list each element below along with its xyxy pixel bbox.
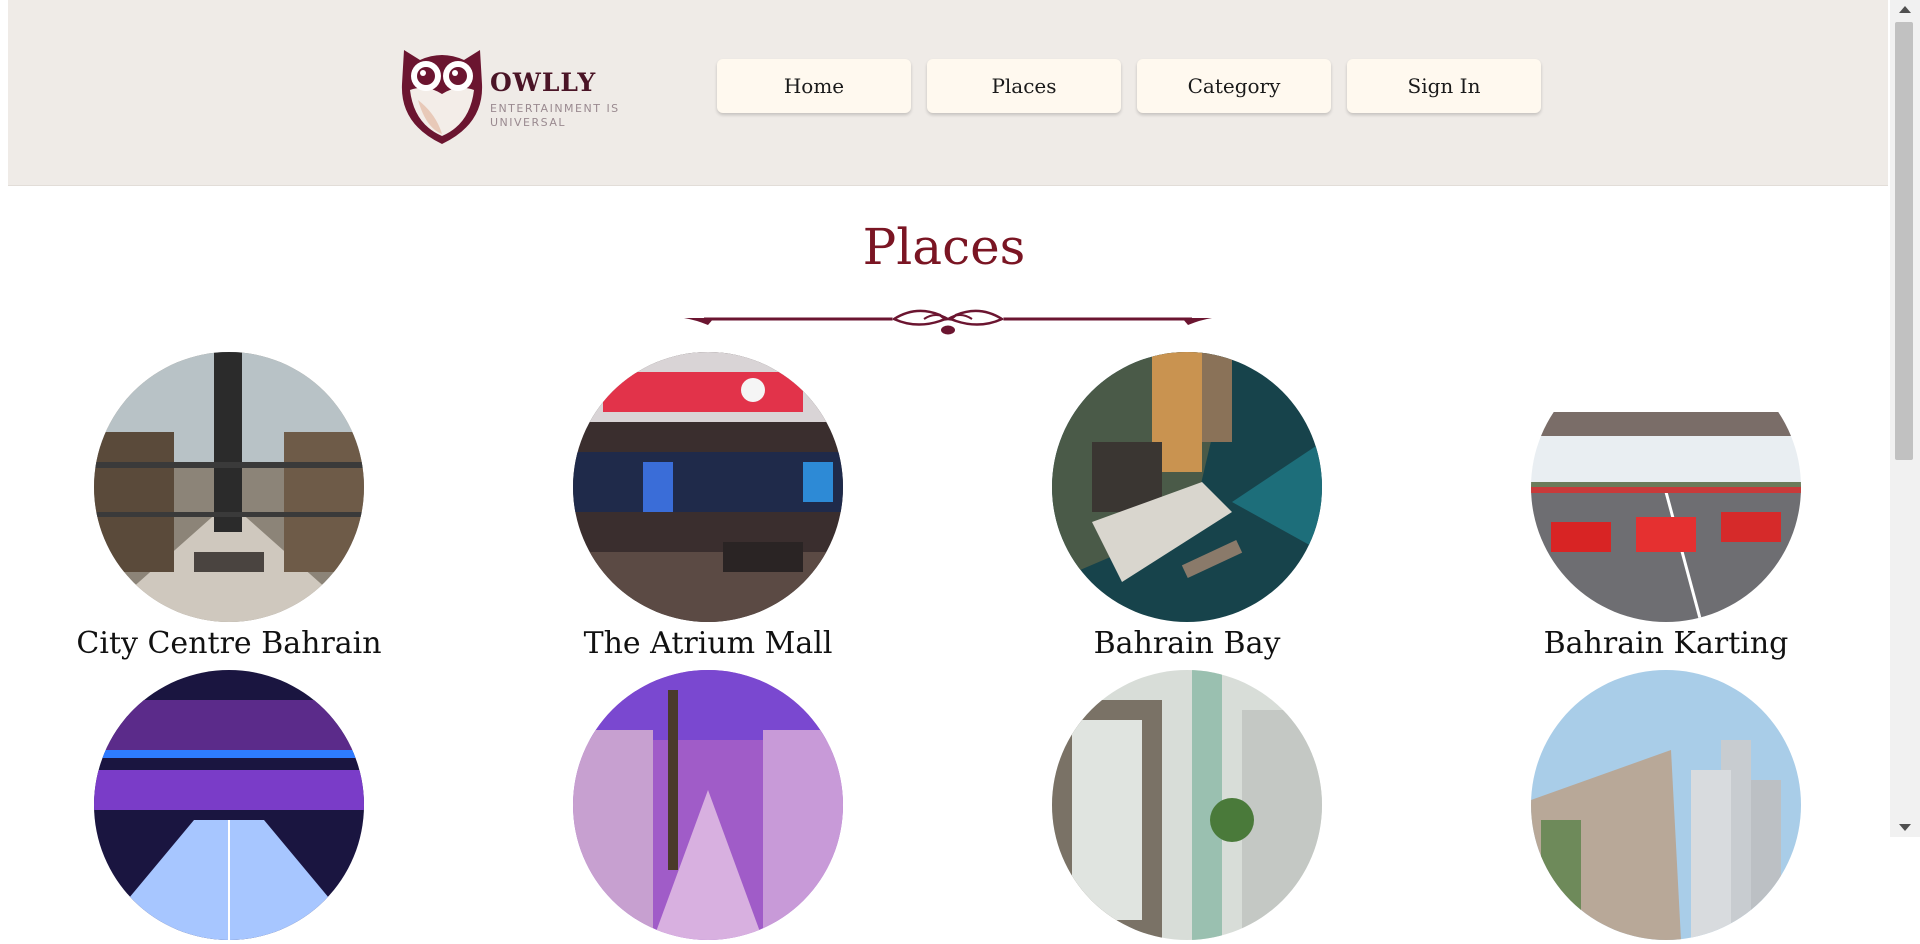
arcade-interior-image [573,352,843,622]
place-image-avenue[interactable] [573,670,843,940]
place-name: The Atrium Mall [583,626,833,661]
place-name: City Centre Bahrain [76,626,382,661]
bay-aerial-image [1052,352,1322,622]
nav-places-button[interactable]: Places [927,59,1121,113]
hotel-lobby-image [1052,670,1322,940]
place-card[interactable]: Bahrain Karting [1456,352,1876,661]
bowling-alley-image [94,670,364,940]
place-name: Bahrain Karting [1543,626,1789,661]
place-image-bowling[interactable] [94,670,364,940]
place-image-city-centre[interactable] [94,352,364,622]
nav-home-button[interactable]: Home [717,59,911,113]
logo[interactable]: OWLLY ENTERTAINMENT IS UNIVERSAL [396,44,636,148]
place-image-bahrain-karting[interactable] [1531,352,1801,622]
scroll-down-icon[interactable] [1899,824,1911,831]
scrollbar-thumb[interactable] [1895,22,1913,460]
place-image-atrium-mall[interactable] [573,352,843,622]
nav-sign-in-button[interactable]: Sign In [1347,59,1541,113]
place-card[interactable] [1456,670,1876,944]
place-image-arcade-hall[interactable] [1052,670,1322,940]
owl-logo-icon [401,50,483,144]
place-image-bahrain-bay[interactable] [1052,352,1322,622]
place-image-residences[interactable] [1531,670,1801,940]
brand-tagline: ENTERTAINMENT IS UNIVERSAL [490,102,620,129]
karting-track-image [1531,352,1801,622]
mall-avenue-image [573,670,843,940]
nav-category-button[interactable]: Category [1137,59,1331,113]
place-name: Bahrain Bay [1093,626,1281,661]
mall-interior-image [94,352,364,622]
place-card[interactable]: The Atrium Mall [498,352,918,661]
city-buildings-image [1531,670,1801,940]
place-card[interactable]: Bahrain Bay [977,352,1397,661]
place-card[interactable] [19,670,439,944]
place-card[interactable] [498,670,918,944]
vertical-scrollbar[interactable] [1890,0,1920,837]
scroll-up-icon[interactable] [1899,6,1911,13]
site-header: OWLLY ENTERTAINMENT IS UNIVERSAL Home Pl… [8,0,1888,186]
page-title: Places [862,218,1026,276]
ornamental-divider-icon [684,309,1212,335]
place-card[interactable]: City Centre Bahrain [19,352,439,661]
place-card[interactable] [977,670,1397,944]
brand-name: OWLLY [490,68,597,97]
